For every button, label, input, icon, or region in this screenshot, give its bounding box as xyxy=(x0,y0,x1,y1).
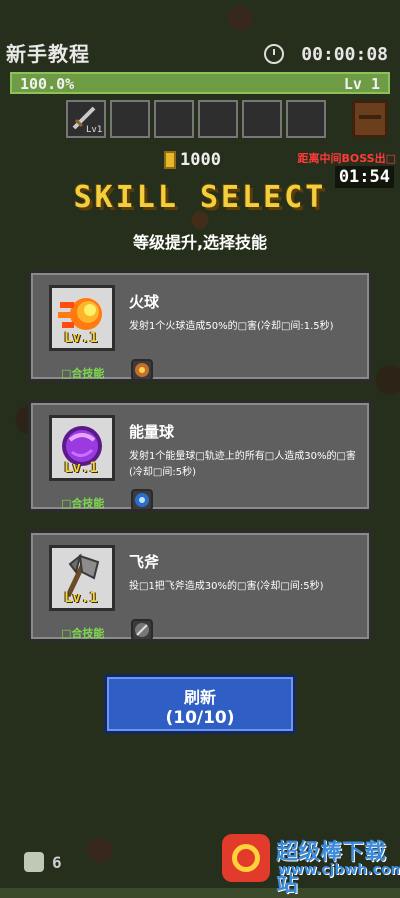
skill-description: 投□1把飞斧造成30%的□害(冷却□间:5秒) xyxy=(129,581,324,592)
skill-select-subtitle: 等级提升,选择技能 xyxy=(132,233,268,252)
game-timer: 00:00:08 xyxy=(301,44,388,65)
axe-icon: Lv.1 xyxy=(49,545,115,611)
skill-slot-empty xyxy=(154,100,194,138)
combo-skill-icon[interactable] xyxy=(131,489,153,511)
skill-description: 发射1个火球造成50%的□害(冷却□间:1.5秒) xyxy=(129,321,334,332)
weapon-slot-level: Lv1 xyxy=(86,125,102,134)
skill-name: 能量球 xyxy=(129,423,175,441)
coin-counter: 1000 xyxy=(164,150,221,170)
skill-card-fireball[interactable]: Lv.1 火球 发射1个火球造成50%的□害(冷却□间:1.5秒) □合技能 xyxy=(28,270,372,382)
boss-countdown-label: 距离中间BOSS出□ xyxy=(297,152,396,165)
skill-level: Lv.1 xyxy=(64,330,98,346)
skull-icon xyxy=(24,852,44,872)
player-level: Lv 1 xyxy=(343,75,380,93)
combo-skill-label: □合技能 xyxy=(61,627,105,640)
watermark-logo xyxy=(222,834,270,882)
combo-skill-icon[interactable] xyxy=(131,619,153,641)
refresh-label: 刷新 xyxy=(183,688,216,707)
kill-count: 6 xyxy=(52,852,62,872)
skill-level: Lv.1 xyxy=(64,460,98,476)
treasure-chest-icon[interactable] xyxy=(352,100,388,138)
skill-card-energy-ball[interactable]: Lv.1 能量球 发射1个能量球□轨迹上的所有□人造成30%的□害(冷却□间:5… xyxy=(28,400,372,512)
combo-skill-icon[interactable] xyxy=(131,359,153,381)
skill-slots: Lv1 xyxy=(66,100,326,138)
coin-icon xyxy=(164,151,176,169)
refresh-count: (10/10) xyxy=(165,708,235,728)
kill-counter: 6 xyxy=(24,852,62,872)
stage-title: 新手教程 xyxy=(6,42,90,66)
skill-slot-empty xyxy=(286,100,326,138)
fireball-icon: Lv.1 xyxy=(49,285,115,351)
skill-slot-empty xyxy=(242,100,282,138)
energy-ball-icon: Lv.1 xyxy=(49,415,115,481)
skill-slot-empty xyxy=(110,100,150,138)
experience-percent: 100.0% xyxy=(20,75,75,93)
experience-bar: 100.0% Lv 1 xyxy=(10,72,390,94)
coin-amount: 1000 xyxy=(180,150,221,170)
skill-description: 发射1个能量球□轨迹上的所有□人造成30%的□害(冷却□间:5秒) xyxy=(129,451,356,478)
refresh-button[interactable]: 刷新 (10/10) xyxy=(104,674,296,734)
skill-level: Lv.1 xyxy=(64,590,98,606)
skill-slot-empty xyxy=(198,100,238,138)
watermark-url: www.cjbwh.com xyxy=(278,862,400,878)
skill-name: 火球 xyxy=(129,293,160,311)
combo-skill-label: □合技能 xyxy=(61,497,105,510)
skill-name: 飞斧 xyxy=(129,553,160,571)
clock-icon xyxy=(264,44,284,64)
skill-select-title: SKILL SELECT xyxy=(73,180,327,215)
skill-slot-weapon: Lv1 xyxy=(66,100,106,138)
combo-skill-label: □合技能 xyxy=(61,367,105,380)
skill-card-flying-axe[interactable]: Lv.1 飞斧 投□1把飞斧造成30%的□害(冷却□间:5秒) □合技能 xyxy=(28,530,372,642)
sword-icon: Lv1 xyxy=(72,106,102,135)
